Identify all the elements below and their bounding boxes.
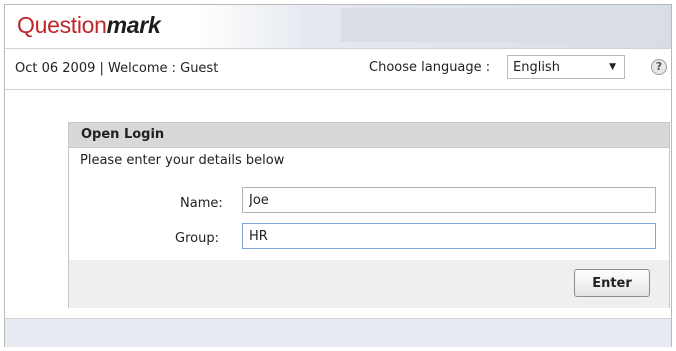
language-selected-value: English xyxy=(513,60,560,75)
panel-footer: Enter xyxy=(69,260,669,308)
dropdown-arrow-icon: ▼ xyxy=(609,62,616,72)
panel-title-bar: Open Login xyxy=(69,123,669,148)
name-input[interactable] xyxy=(242,187,656,213)
choose-language-label: Choose language : xyxy=(369,60,491,75)
page-frame: Questionmark Oct 06 2009 | Welcome : Gue… xyxy=(4,4,672,347)
date-welcome-text: Oct 06 2009 | Welcome : Guest xyxy=(15,61,219,76)
open-login-panel: Open Login Please enter your details bel… xyxy=(68,122,670,308)
info-bar: Oct 06 2009 | Welcome : Guest Choose lan… xyxy=(5,49,671,90)
questionmark-logo: Questionmark xyxy=(17,12,161,38)
header-decorative-panel xyxy=(341,8,661,42)
enter-button[interactable]: Enter xyxy=(574,269,650,297)
group-label: Group: xyxy=(175,231,219,246)
app-header: Questionmark xyxy=(5,5,671,49)
help-icon[interactable]: ? xyxy=(651,59,667,75)
login-instructions: Please enter your details below xyxy=(80,153,285,168)
name-label: Name: xyxy=(180,196,223,211)
panel-title: Open Login xyxy=(81,127,165,142)
bottom-bar xyxy=(5,318,671,347)
group-input[interactable] xyxy=(242,223,656,249)
language-select[interactable]: English ▼ xyxy=(507,55,625,79)
